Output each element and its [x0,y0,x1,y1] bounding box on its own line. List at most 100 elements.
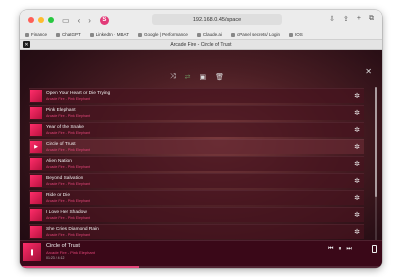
gear-icon[interactable]: ✲ [354,143,360,151]
playlist-row[interactable]: ▶ Circle of Trust Arcade Fire - Pink Eleph… [29,139,364,154]
track-text: Ride or Die Arcade Fire - Pink Elephant [46,193,90,204]
gear-icon[interactable]: ✲ [354,194,360,202]
zoom-window-button[interactable] [48,17,54,23]
bookmark-item[interactable]: Claude.ai [196,32,222,37]
bookmark-icon [137,32,142,37]
playlist-row[interactable]: Open Your Heart or Die Trying Arcade Fire… [29,88,364,103]
bookmark-icon [89,32,94,37]
now-playing-artwork: ❚ [23,243,41,261]
share-icon[interactable]: ⇪ [343,15,349,23]
track-text: She Cries Diamond Rain Arcade Fire - Pink… [46,227,99,238]
minimize-window-button[interactable] [38,17,44,23]
bookmark-label: cPanel secrets/ Login [236,32,280,37]
track-text: Circle of Trust Arcade Fire - Pink Elepha… [46,142,90,153]
track-subtitle: Arcade Fire - Pink Elephant [46,113,90,118]
bookmark-label: ChatGPT [62,32,81,37]
track-subtitle: Arcade Fire - Pink Elephant [46,232,90,237]
now-playing-title: Circle of Trust [46,243,80,249]
track-artwork[interactable] [30,158,42,170]
playlist: Open Your Heart or Die Trying Arcade Fire… [29,88,369,243]
tabs-overview-icon[interactable]: ⧉ [369,15,374,23]
next-icon[interactable]: ⏭ [346,246,351,253]
track-artwork[interactable] [30,90,42,102]
tab-title[interactable]: Arcade Fire - Circle of Trust [20,42,382,48]
bookmark-icon [25,32,29,37]
bookmark-label: Finance [31,32,48,37]
track-artwork[interactable] [30,175,42,187]
track-subtitle: Arcade Fire - Pink Elephant [46,147,90,152]
playlist-row[interactable]: She Cries Diamond Rain Arcade Fire - Pink… [29,224,364,239]
now-playing-time: 01:23 / 4:12 [46,256,65,260]
bookmark-item[interactable]: IOS [288,32,303,37]
track-subtitle: Arcade Fire - Pink Elephant [46,130,90,135]
window-controls [28,17,54,23]
bookmark-item[interactable]: Google | Performance [137,32,188,37]
bookmark-icon [56,32,61,37]
bookmark-item[interactable]: ChatGPT [56,32,81,37]
bookmark-icon [230,32,235,37]
delete-icon[interactable]: 🗑 [215,73,224,81]
gear-icon[interactable]: ✲ [354,177,360,185]
track-text: Pink Elephant Arcade Fire - Pink Elephant [46,108,90,119]
playlist-row[interactable]: Ride or Die Arcade Fire - Pink Elephant ✲ [29,190,364,205]
bookmark-label: Google | Performance [143,32,188,37]
progress-fill [20,266,140,268]
gear-icon[interactable]: ✲ [354,126,360,134]
scrollbar[interactable] [375,87,377,243]
playlist-toolbar: ⤨ ⇄ ▣ 🗑 [170,73,224,81]
playlist-row[interactable]: Pink Elephant Arcade Fire - Pink Elephant… [29,105,364,120]
track-artwork[interactable] [30,226,42,238]
gear-icon[interactable]: ✲ [354,160,360,168]
sidebar-toggle-icon[interactable]: ▭ [62,16,70,25]
track-artwork[interactable] [30,107,42,119]
close-window-button[interactable] [28,17,34,23]
bookmark-icon [196,32,201,37]
play-icon[interactable]: ▶ [30,141,42,153]
bookmark-item[interactable]: LinkedIn · MBAT [89,32,129,37]
gear-icon[interactable]: ✲ [354,92,360,100]
playlist-row[interactable]: Beyond Salvation Arcade Fire - Pink Eleph… [29,173,364,188]
gear-icon[interactable]: ✲ [354,228,360,236]
track-artwork[interactable] [30,192,42,204]
bookmark-label: LinkedIn · MBAT [95,32,129,37]
bookmarks-bar: Finance ChatGPT LinkedIn · MBAT Google | Pe… [20,30,382,40]
browser-titlebar: ▭ ‹ › S 192.168.0.45/space ⇩ ⇪ + ⧉ [20,10,382,30]
track-subtitle: Arcade Fire - Pink Elephant [46,181,90,186]
previous-icon[interactable]: ⏮ [328,246,333,253]
gear-icon[interactable]: ✲ [354,211,360,219]
track-subtitle: Arcade Fire - Pink Elephant [46,164,90,169]
progress-bar[interactable] [20,266,382,268]
shuffle-icon[interactable]: ⤨ [170,73,176,81]
browser-toolbar-right: ⇩ ⇪ + ⧉ [329,15,374,23]
playlist-row[interactable]: Alien Nation Arcade Fire - Pink Elephant ✲ [29,156,364,171]
bookmark-item[interactable]: cPanel secrets/ Login [230,32,280,37]
track-artwork[interactable] [30,209,42,221]
playlist-row[interactable]: I Love Her Shadow Arcade Fire - Pink Elep… [29,207,364,222]
address-bar[interactable]: 192.168.0.45/space [152,14,282,25]
bookmark-item[interactable]: Finance [25,32,47,37]
scrollbar-thumb[interactable] [375,87,377,197]
tab-strip: ✕ Arcade Fire - Circle of Trust [20,40,382,50]
track-text: Alien Nation Arcade Fire - Pink Elephant [46,159,90,170]
forward-icon[interactable]: › [88,16,91,25]
track-artwork[interactable] [30,124,42,136]
playlist-row[interactable]: Year of the Snake Arcade Fire - Pink Elep… [29,122,364,137]
bookmark-label: IOS [294,32,303,37]
repeat-icon[interactable]: ⇄ [185,73,191,81]
device-icon[interactable] [372,245,377,253]
close-icon[interactable]: ✕ [365,67,372,76]
gear-icon[interactable]: ✲ [354,109,360,117]
new-tab-icon[interactable]: + [357,15,361,23]
now-playing-bar: ❚ Circle of Trust Arcade Fire - Pink Ele… [20,240,382,268]
download-icon[interactable]: ⇩ [329,15,335,23]
back-icon[interactable]: ‹ [78,16,81,25]
tab-avatar[interactable]: S [99,15,109,25]
track-subtitle: Arcade Fire - Pink Elephant [46,96,90,101]
save-icon[interactable]: ▣ [199,73,206,81]
track-subtitle: Arcade Fire - Pink Elephant [46,198,90,203]
player-controls: ⏮ ⏸ ⏭ [328,246,352,253]
track-text: Beyond Salvation Arcade Fire - Pink Eleph… [46,176,90,187]
track-subtitle: Arcade Fire - Pink Elephant [46,215,90,220]
pause-icon[interactable]: ⏸ [338,246,341,253]
track-text: Open Your Heart or Die Trying Arcade Fire… [46,91,110,102]
